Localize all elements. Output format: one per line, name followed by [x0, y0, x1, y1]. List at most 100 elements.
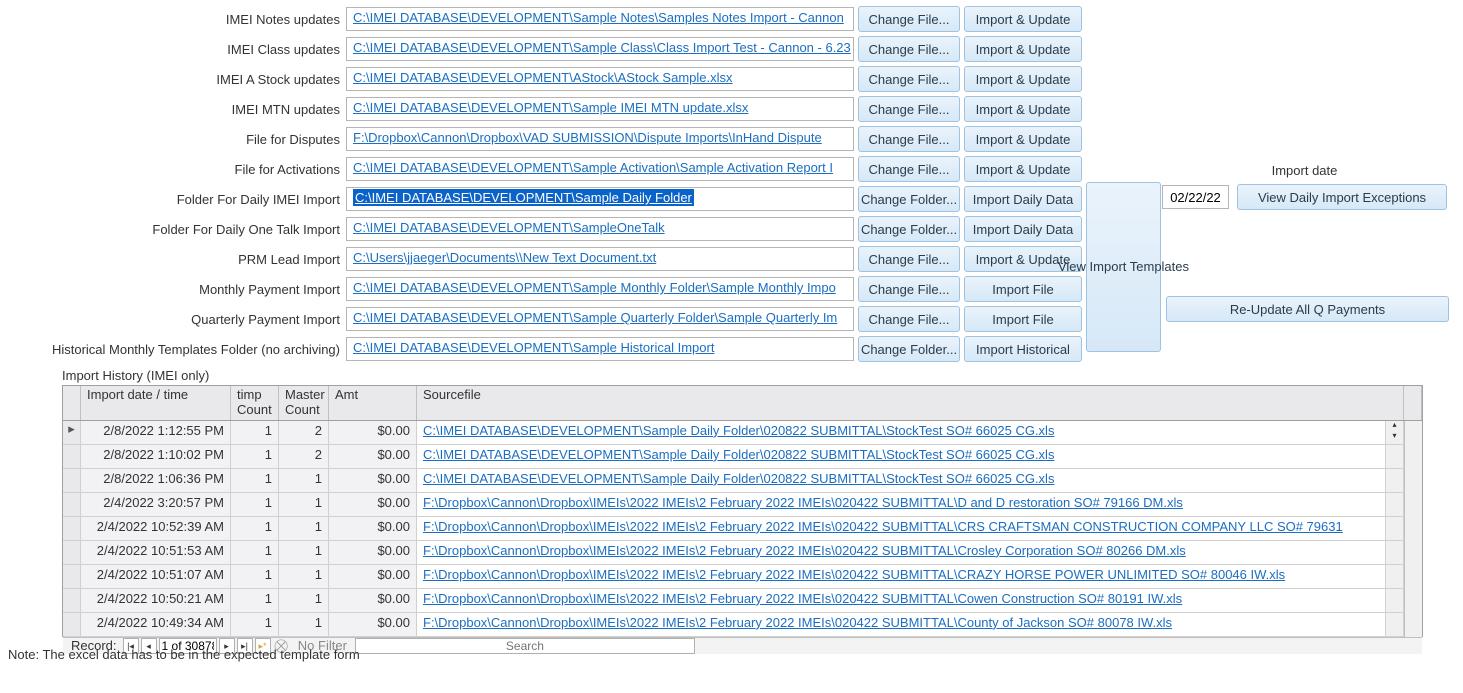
- sourcefile-link[interactable]: C:\IMEI DATABASE\DEVELOPMENT\Sample Dail…: [423, 447, 1054, 462]
- reupdate-all-q-payments-button[interactable]: Re-Update All Q Payments: [1166, 296, 1449, 322]
- grid-vertical-scrollbar[interactable]: [1404, 421, 1422, 637]
- sourcefile-link[interactable]: F:\Dropbox\Cannon\Dropbox\IMEIs\2022 IME…: [423, 519, 1343, 534]
- path-link[interactable]: C:\IMEI DATABASE\DEVELOPMENT\Sample IMEI…: [353, 100, 748, 115]
- change-button[interactable]: Change File...: [858, 126, 960, 152]
- row-spacer: [1386, 517, 1404, 540]
- change-button[interactable]: Change File...: [858, 246, 960, 272]
- cell-master-count: 1: [279, 493, 329, 516]
- table-row[interactable]: 2/8/2022 1:10:02 PM12$0.00C:\IMEI DATABA…: [63, 445, 1404, 469]
- path-input[interactable]: C:\IMEI DATABASE\DEVELOPMENT\Sample Dail…: [346, 187, 854, 211]
- change-button[interactable]: Change File...: [858, 96, 960, 122]
- import-date-input[interactable]: [1162, 185, 1229, 209]
- table-row[interactable]: ▸2/8/2022 1:12:55 PM12$0.00C:\IMEI DATAB…: [63, 421, 1404, 445]
- cell-master-count: 1: [279, 613, 329, 636]
- path-link[interactable]: F:\Dropbox\Cannon\Dropbox\VAD SUBMISSION…: [353, 130, 822, 145]
- change-button[interactable]: Change File...: [858, 306, 960, 332]
- cell-timp-count: 1: [231, 517, 279, 540]
- path-input[interactable]: C:\IMEI DATABASE\DEVELOPMENT\Sample Quar…: [346, 307, 854, 331]
- row-label: File for Disputes: [24, 132, 346, 147]
- path-link[interactable]: C:\IMEI DATABASE\DEVELOPMENT\AStock\ASto…: [353, 70, 733, 85]
- row-selector[interactable]: [63, 445, 81, 468]
- import-button[interactable]: Import & Update: [964, 6, 1082, 32]
- row-label: Folder For Daily IMEI Import: [24, 192, 346, 207]
- import-button[interactable]: Import & Update: [964, 96, 1082, 122]
- import-button[interactable]: Import File: [964, 306, 1082, 332]
- cell-amt: $0.00: [329, 541, 417, 564]
- import-button[interactable]: Import & Update: [964, 36, 1082, 62]
- sourcefile-link[interactable]: F:\Dropbox\Cannon\Dropbox\IMEIs\2022 IME…: [423, 495, 1183, 510]
- row-label: IMEI MTN updates: [24, 102, 346, 117]
- import-button[interactable]: Import & Update: [964, 126, 1082, 152]
- table-row[interactable]: 2/4/2022 10:50:21 AM11$0.00F:\Dropbox\Ca…: [63, 589, 1404, 613]
- grid-header-timp-count[interactable]: timp Count: [231, 386, 279, 420]
- sourcefile-link[interactable]: F:\Dropbox\Cannon\Dropbox\IMEIs\2022 IME…: [423, 543, 1186, 558]
- sourcefile-link[interactable]: C:\IMEI DATABASE\DEVELOPMENT\Sample Dail…: [423, 471, 1054, 486]
- path-input[interactable]: C:\IMEI DATABASE\DEVELOPMENT\AStock\ASto…: [346, 67, 854, 91]
- table-row[interactable]: 2/4/2022 10:51:07 AM11$0.00F:\Dropbox\Ca…: [63, 565, 1404, 589]
- import-button[interactable]: Import & Update: [964, 66, 1082, 92]
- grid-header-datetime[interactable]: Import date / time: [81, 386, 231, 420]
- cell-timp-count: 1: [231, 421, 279, 444]
- table-row[interactable]: 2/4/2022 10:51:53 AM11$0.00F:\Dropbox\Ca…: [63, 541, 1404, 565]
- import-button[interactable]: Import & Update: [964, 156, 1082, 182]
- grid-search-input[interactable]: [355, 638, 695, 654]
- row-selector[interactable]: [63, 493, 81, 516]
- change-button[interactable]: Change File...: [858, 66, 960, 92]
- path-input[interactable]: C:\IMEI DATABASE\DEVELOPMENT\Sample Hist…: [346, 337, 854, 361]
- path-input[interactable]: C:\IMEI DATABASE\DEVELOPMENT\Sample Mont…: [346, 277, 854, 301]
- change-button[interactable]: Change File...: [858, 156, 960, 182]
- path-link[interactable]: C:\IMEI DATABASE\DEVELOPMENT\Sample Acti…: [353, 160, 833, 175]
- change-button[interactable]: Change Folder...: [858, 186, 960, 212]
- grid-header-sourcefile[interactable]: Sourcefile: [417, 386, 1404, 420]
- change-button[interactable]: Change File...: [858, 36, 960, 62]
- row-selector[interactable]: [63, 589, 81, 612]
- path-input[interactable]: F:\Dropbox\Cannon\Dropbox\VAD SUBMISSION…: [346, 127, 854, 151]
- path-link[interactable]: C:\IMEI DATABASE\DEVELOPMENT\Sample Clas…: [353, 40, 851, 55]
- view-import-templates-button[interactable]: View Import Templates: [1086, 182, 1161, 352]
- row-selector[interactable]: [63, 565, 81, 588]
- path-link[interactable]: C:\IMEI DATABASE\DEVELOPMENT\Sample Hist…: [353, 340, 714, 355]
- table-row[interactable]: 2/4/2022 3:20:57 PM11$0.00F:\Dropbox\Can…: [63, 493, 1404, 517]
- change-button[interactable]: Change File...: [858, 6, 960, 32]
- import-button[interactable]: Import Daily Data: [964, 186, 1082, 212]
- path-input[interactable]: C:\Users\jjaeger\Documents\\New Text Doc…: [346, 247, 854, 271]
- import-history-label: Import History (IMEI only): [62, 368, 1457, 383]
- row-selector[interactable]: [63, 517, 81, 540]
- path-input[interactable]: C:\IMEI DATABASE\DEVELOPMENT\Sample Note…: [346, 7, 854, 31]
- sourcefile-link[interactable]: F:\Dropbox\Cannon\Dropbox\IMEIs\2022 IME…: [423, 591, 1182, 606]
- row-selector[interactable]: [63, 613, 81, 636]
- path-input[interactable]: C:\IMEI DATABASE\DEVELOPMENT\Sample Clas…: [346, 37, 854, 61]
- row-selector[interactable]: [63, 541, 81, 564]
- cell-timp-count: 1: [231, 493, 279, 516]
- path-link[interactable]: C:\IMEI DATABASE\DEVELOPMENT\Sample Dail…: [353, 189, 694, 206]
- import-button[interactable]: Import Historical: [964, 336, 1082, 362]
- sourcefile-link[interactable]: F:\Dropbox\Cannon\Dropbox\IMEIs\2022 IME…: [423, 615, 1172, 630]
- row-label: File for Activations: [24, 162, 346, 177]
- path-link[interactable]: C:\Users\jjaeger\Documents\\New Text Doc…: [353, 250, 656, 265]
- path-link[interactable]: C:\IMEI DATABASE\DEVELOPMENT\Sample Quar…: [353, 310, 837, 325]
- change-button[interactable]: Change File...: [858, 276, 960, 302]
- path-link[interactable]: C:\IMEI DATABASE\DEVELOPMENT\Sample Note…: [353, 10, 844, 25]
- grid-header-amt[interactable]: Amt: [329, 386, 417, 420]
- import-history-grid[interactable]: Import date / time timp Count Master Cou…: [62, 385, 1423, 637]
- import-button[interactable]: Import File: [964, 276, 1082, 302]
- view-daily-import-exceptions-button[interactable]: View Daily Import Exceptions: [1237, 184, 1447, 210]
- table-row[interactable]: 2/4/2022 10:52:39 AM11$0.00F:\Dropbox\Ca…: [63, 517, 1404, 541]
- path-input[interactable]: C:\IMEI DATABASE\DEVELOPMENT\Sample Acti…: [346, 157, 854, 181]
- path-link[interactable]: C:\IMEI DATABASE\DEVELOPMENT\SampleOneTa…: [353, 220, 665, 235]
- table-row[interactable]: 2/8/2022 1:06:36 PM11$0.00C:\IMEI DATABA…: [63, 469, 1404, 493]
- change-button[interactable]: Change Folder...: [858, 216, 960, 242]
- row-selector[interactable]: [63, 469, 81, 492]
- row-selector[interactable]: ▸: [63, 421, 81, 444]
- table-row[interactable]: 2/4/2022 10:49:34 AM11$0.00F:\Dropbox\Ca…: [63, 613, 1404, 637]
- cell-timp-count: 1: [231, 445, 279, 468]
- path-link[interactable]: C:\IMEI DATABASE\DEVELOPMENT\Sample Mont…: [353, 280, 836, 295]
- sourcefile-link[interactable]: F:\Dropbox\Cannon\Dropbox\IMEIs\2022 IME…: [423, 567, 1285, 582]
- sourcefile-link[interactable]: C:\IMEI DATABASE\DEVELOPMENT\Sample Dail…: [423, 423, 1054, 438]
- path-input[interactable]: C:\IMEI DATABASE\DEVELOPMENT\SampleOneTa…: [346, 217, 854, 241]
- grid-header-master-count[interactable]: Master Count: [279, 386, 329, 420]
- import-button[interactable]: Import Daily Data: [964, 216, 1082, 242]
- row-spinner[interactable]: ▴▾: [1386, 421, 1404, 444]
- path-input[interactable]: C:\IMEI DATABASE\DEVELOPMENT\Sample IMEI…: [346, 97, 854, 121]
- change-button[interactable]: Change Folder...: [858, 336, 960, 362]
